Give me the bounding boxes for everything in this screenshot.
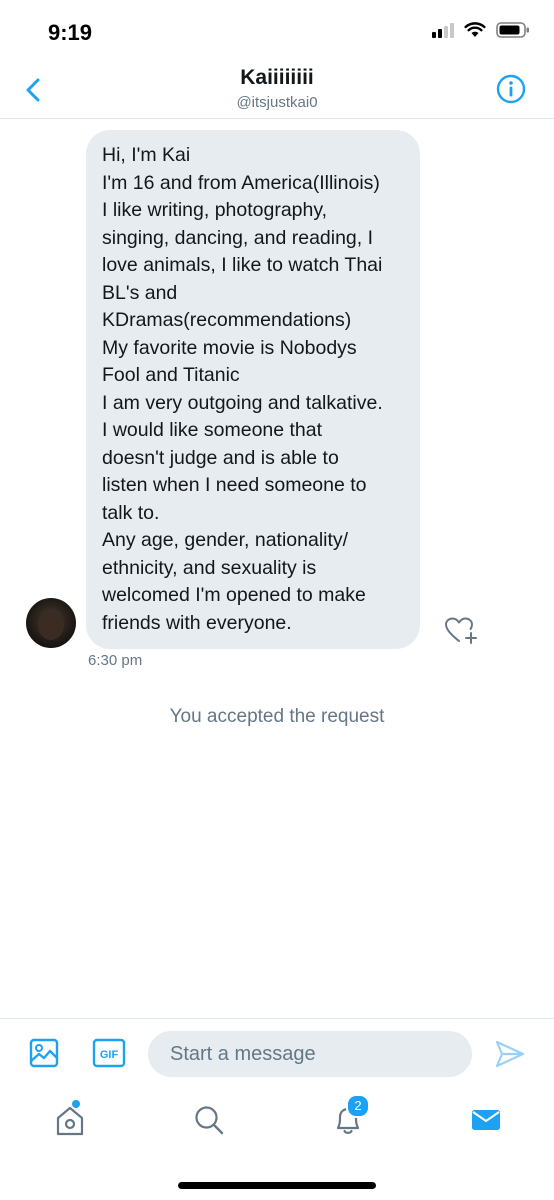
gif-icon[interactable]: GIF	[92, 1037, 126, 1069]
message-line: I am very outgoing and talkative.	[102, 391, 383, 414]
conversation-header: Kaiiiiiiii @itsjustkai0	[0, 66, 554, 119]
message-line: KDramas(recommendations)	[102, 309, 352, 331]
notifications-badge: 2	[346, 1094, 370, 1118]
message-timestamp: 6:30 pm	[88, 652, 143, 669]
tab-messages[interactable]	[468, 1102, 504, 1138]
message-line: singing, dancing, and reading, I	[102, 226, 374, 249]
message-line: Any age, gender, nationality/	[102, 529, 349, 551]
mail-icon	[472, 1110, 500, 1130]
tab-bar: 2	[0, 1092, 554, 1154]
message-line: welcomed I'm opened to make	[102, 584, 366, 606]
battery-icon	[496, 22, 529, 38]
gif-label: GIF	[100, 1049, 119, 1061]
message-input[interactable]	[148, 1031, 472, 1077]
message-line: listen when I need someone to	[102, 474, 367, 496]
request-accepted-notice: You accepted the request	[169, 706, 385, 727]
info-icon[interactable]	[496, 74, 526, 104]
message-line: Fool and Titanic	[102, 364, 240, 386]
status-time: 9:19	[48, 20, 93, 45]
conversation-title: Kaiiiiiiii	[240, 66, 314, 89]
status-icons	[432, 22, 530, 38]
tab-notifications[interactable]: 2	[330, 1094, 370, 1138]
tab-search[interactable]	[191, 1102, 227, 1138]
sender-avatar[interactable]	[26, 598, 76, 648]
home-new-dot	[72, 1100, 80, 1108]
message-line: BL's and	[102, 281, 178, 304]
image-icon[interactable]	[28, 1037, 60, 1069]
message-bubble[interactable]: Hi, I'm Kai I'm 16 and from America(Illi…	[86, 130, 420, 649]
message-line: My favorite movie is Nobodys	[102, 336, 357, 359]
message-composer: GIF	[0, 1018, 554, 1091]
wifi-icon	[464, 22, 486, 37]
search-icon	[195, 1106, 224, 1135]
message-line: I like writing, photography,	[102, 199, 328, 221]
message-line: Hi, I'm Kai	[102, 144, 191, 166]
message-line: doesn't judge and is able to	[102, 446, 339, 469]
like-add-icon[interactable]	[444, 616, 480, 646]
avatar-face	[38, 610, 64, 640]
home-icon	[56, 1106, 84, 1136]
tab-home[interactable]	[52, 1100, 88, 1138]
message-line: I'm 16 and from America(Illinois)	[102, 171, 380, 194]
cellular-signal-icon	[432, 22, 454, 38]
message-line: friends with everyone.	[102, 611, 292, 634]
send-icon[interactable]	[494, 1039, 526, 1069]
home-indicator	[178, 1182, 376, 1189]
message-line: I would like someone that	[102, 419, 323, 441]
status-bar: 9:19	[0, 0, 554, 66]
message-line: ethnicity, and sexuality is	[102, 556, 317, 579]
message-line: talk to.	[102, 501, 160, 524]
message-line: love animals, I like to watch Thai	[102, 254, 383, 276]
conversation-handle: @itsjustkai0	[236, 94, 318, 111]
